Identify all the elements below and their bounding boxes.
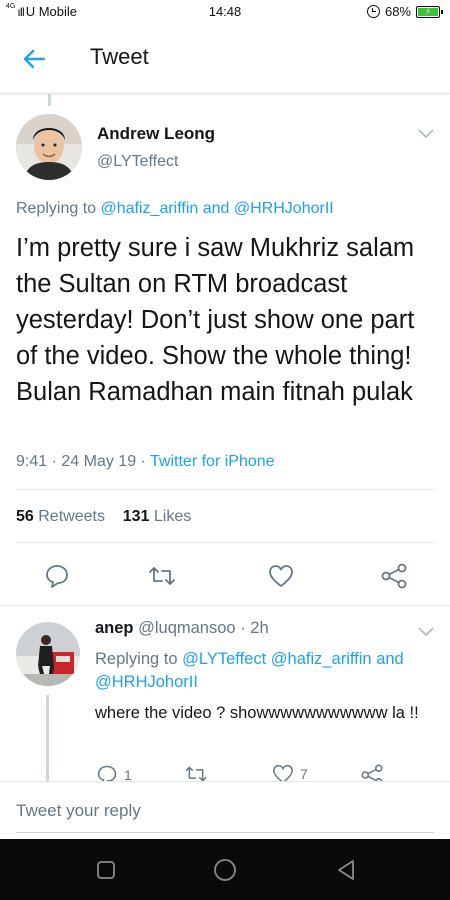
tweet-text: I’m pretty sure i saw Mukhriz salam the … — [16, 234, 415, 406]
battery-percent: 68% — [384, 4, 411, 19]
avatar[interactable] — [16, 622, 80, 686]
retweet-button[interactable] — [147, 561, 177, 591]
meta-separator: · — [140, 453, 146, 470]
triangle-back-icon — [338, 860, 354, 880]
engagement-counts: 56 Retweets 131 Likes — [16, 508, 191, 526]
reply-icon — [97, 765, 117, 781]
mention-link[interactable]: @HRHJohorII — [234, 200, 334, 217]
like-button[interactable] — [266, 561, 296, 591]
share-icon — [381, 563, 407, 589]
mention-link[interactable]: @hafiz_ariffin — [101, 200, 199, 217]
likes-label: Likes — [153, 508, 192, 525]
status-bar: 4G ıIl U Mobile 14:48 68% ⚡ — [0, 0, 450, 24]
replying-to: Replying to @hafiz_ariffin and @HRHJohor… — [16, 200, 334, 218]
mention-link[interactable]: @hafiz_ariffin — [271, 650, 372, 668]
reply-icon — [46, 565, 68, 588]
author-name[interactable]: Andrew Leong — [97, 124, 215, 144]
reply-age: 2h — [250, 619, 269, 637]
arrow-left-icon — [23, 49, 46, 69]
likes-count: 131 — [122, 508, 150, 525]
heart-icon — [269, 565, 293, 587]
like-button[interactable]: 7 — [272, 764, 308, 781]
battery-icon: ⚡ — [416, 5, 443, 18]
tweet-actions — [0, 561, 450, 591]
app-bar: Tweet — [0, 24, 450, 94]
back-button[interactable] — [14, 42, 54, 76]
reply-button[interactable]: 1 — [96, 764, 132, 781]
retweet-button[interactable] — [184, 764, 208, 781]
share-button[interactable] — [360, 764, 384, 781]
reply-tweet[interactable]: anep @luqmansoo · 2h Replying to @LYTeff… — [0, 606, 450, 781]
replying-prefix: Replying to — [95, 650, 178, 668]
divider — [16, 542, 434, 543]
retweets-count: 56 — [16, 508, 34, 525]
avatar[interactable] — [16, 114, 82, 180]
user-photo — [16, 622, 80, 686]
likes-stat[interactable]: 131 Likes — [123, 508, 192, 525]
reply-composer: Tweet your reply — [0, 781, 450, 839]
retweets-label: Retweets — [38, 508, 105, 525]
circle-icon — [214, 859, 236, 881]
chevron-down-icon[interactable] — [416, 126, 436, 140]
replying-prefix: Replying to — [16, 200, 97, 217]
user-photo — [16, 114, 82, 180]
author-handle[interactable]: @LYTeffect — [97, 153, 178, 171]
share-button[interactable] — [379, 561, 409, 591]
home-button[interactable] — [212, 857, 238, 883]
retweet-icon — [185, 766, 207, 781]
meta-separator: · — [51, 453, 57, 470]
reply-text: where the video ? showwwwwwwwwww la !! — [95, 704, 419, 722]
like-count: 7 — [300, 766, 308, 781]
recents-button[interactable] — [93, 857, 119, 883]
reply-input[interactable]: Tweet your reply — [16, 801, 141, 821]
replying-to: Replying to @LYTeffect @hafiz_ariffin an… — [95, 648, 425, 694]
divider — [16, 832, 434, 833]
tweet-date: 24 May 19 — [61, 453, 137, 470]
reply-button[interactable] — [42, 561, 72, 591]
divider — [16, 489, 434, 490]
system-nav-bar — [0, 839, 450, 900]
retweet-icon — [149, 567, 175, 585]
tweet-source-link[interactable]: Twitter for iPhone — [150, 453, 275, 470]
replying-and[interactable]: and — [376, 650, 404, 668]
status-right-group: 68% ⚡ — [366, 4, 443, 19]
mention-link[interactable]: @LYTeffect — [182, 650, 266, 668]
mention-link[interactable]: @HRHJohorII — [95, 673, 198, 691]
square-icon — [97, 861, 115, 879]
tweet-meta: 9:41 · 24 May 19 · Twitter for iPhone — [16, 453, 275, 471]
reply-count: 1 — [124, 767, 132, 781]
share-icon — [361, 764, 383, 781]
reply-header: anep @luqmansoo · 2h — [95, 619, 269, 638]
page-title: Tweet — [90, 44, 149, 69]
reply-author-handle[interactable]: @luqmansoo — [138, 619, 235, 637]
replying-and[interactable]: and — [203, 200, 230, 217]
reply-author-name[interactable]: anep — [95, 619, 134, 637]
chevron-down-icon[interactable] — [416, 624, 436, 638]
back-nav-button[interactable] — [333, 857, 359, 883]
reply-actions: 1 7 — [0, 764, 450, 781]
tweet-time: 9:41 — [16, 453, 48, 470]
alarm-icon — [366, 5, 380, 18]
heart-icon — [273, 764, 293, 781]
retweets-stat[interactable]: 56 Retweets — [16, 508, 105, 525]
meta-separator: · — [240, 619, 246, 637]
thread-connector — [48, 94, 51, 106]
